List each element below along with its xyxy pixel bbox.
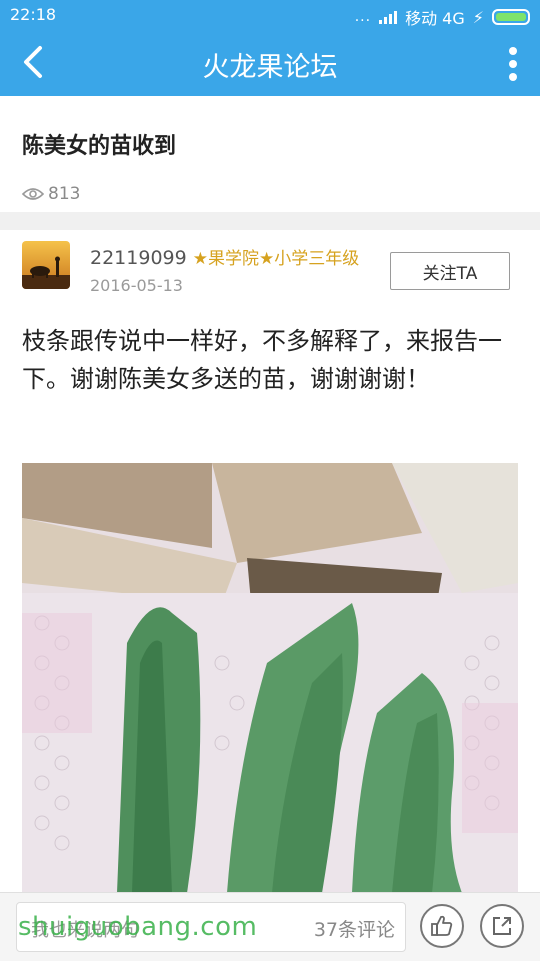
status-dots: ... bbox=[354, 9, 372, 25]
share-icon bbox=[493, 917, 511, 935]
avatar-image bbox=[22, 241, 70, 289]
status-bar: 22:18 ... 移动 4G ⚡ bbox=[0, 0, 540, 30]
author-rank: ★果学院★小学三年级 bbox=[192, 249, 360, 269]
battery-icon bbox=[492, 9, 530, 25]
carrier-label: 移动 4G bbox=[405, 9, 465, 28]
follow-button[interactable]: 关注TA bbox=[390, 252, 510, 290]
author-line: 22119099 ★果学院★小学三年级 bbox=[90, 244, 359, 269]
like-button[interactable] bbox=[420, 904, 464, 948]
post-photo[interactable] bbox=[22, 463, 518, 893]
status-time: 22:18 bbox=[10, 5, 57, 24]
dragon-fruit-cuttings-image bbox=[22, 463, 518, 893]
post-title: 陈美女的苗收到 bbox=[22, 134, 177, 159]
share-button[interactable] bbox=[480, 904, 524, 948]
comment-count[interactable]: 37条评论 bbox=[314, 915, 395, 942]
more-vertical-icon[interactable] bbox=[506, 44, 520, 84]
view-count-value: 813 bbox=[48, 184, 81, 204]
status-indicators: ... 移动 4G ⚡ bbox=[355, 5, 530, 29]
app-header: 火龙果论坛 bbox=[0, 30, 540, 96]
post-body: 枝条跟传说中一样好，不多解释了，来报告一下。谢谢陈美女多送的苗，谢谢谢谢！ bbox=[22, 327, 502, 393]
thumbs-up-icon bbox=[431, 915, 453, 936]
post-date: 2016-05-13 bbox=[90, 276, 183, 295]
avatar[interactable] bbox=[22, 241, 70, 289]
charging-icon: ⚡ bbox=[472, 7, 484, 27]
page-title: 火龙果论坛 bbox=[202, 52, 338, 83]
view-count: 813 bbox=[22, 184, 80, 204]
author-name[interactable]: 22119099 bbox=[90, 247, 187, 269]
eye-icon bbox=[22, 188, 44, 200]
section-divider bbox=[0, 212, 540, 230]
signal-icon bbox=[379, 10, 398, 24]
watermark: shuiguobang.com bbox=[18, 912, 258, 942]
